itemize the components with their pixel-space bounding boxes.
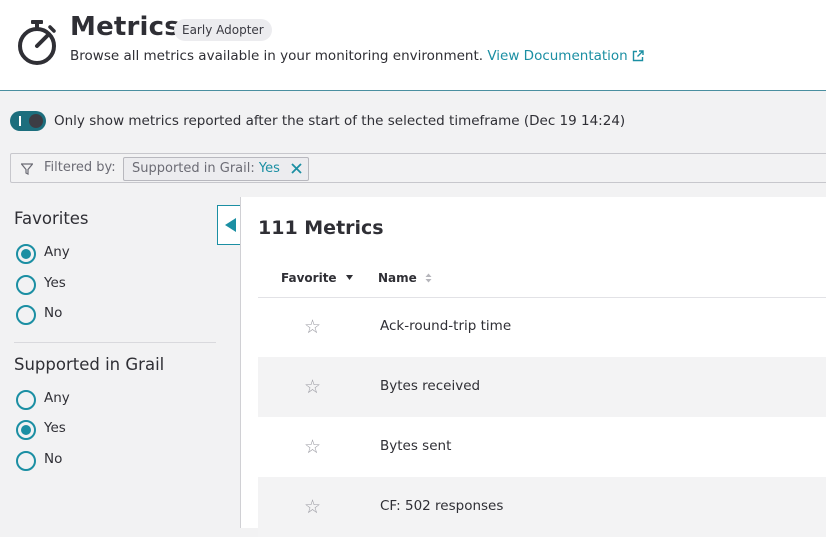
- favorites-option-any[interactable]: Any: [14, 243, 194, 265]
- radio-unchecked-icon[interactable]: [16, 451, 36, 471]
- table-row[interactable]: ☆ Bytes received: [258, 357, 826, 417]
- page-subtitle: Browse all metrics available in your mon…: [70, 48, 644, 64]
- filter-chip-key: Supported in Grail:: [132, 161, 255, 176]
- radio-checked-icon[interactable]: [16, 420, 36, 440]
- sort-desc-icon: [345, 275, 353, 280]
- grail-option-no[interactable]: No: [14, 450, 194, 472]
- metric-name[interactable]: Bytes received: [380, 378, 480, 394]
- view-documentation-link[interactable]: View Documentation: [487, 48, 644, 64]
- radio-label: No: [44, 305, 63, 321]
- metric-name[interactable]: Bytes sent: [380, 438, 451, 454]
- radio-label: Any: [44, 390, 70, 406]
- column-header-name[interactable]: Name: [378, 271, 432, 285]
- table-row[interactable]: ☆ Bytes sent: [258, 417, 826, 477]
- grail-option-any[interactable]: Any: [14, 389, 194, 411]
- filter-chip-value: Yes: [258, 161, 280, 176]
- timeframe-toggle-label: Only show metrics reported after the sta…: [54, 113, 626, 129]
- collapse-sidebar-button[interactable]: [217, 205, 241, 245]
- radio-checked-icon[interactable]: [16, 244, 36, 264]
- filter-icon: [21, 163, 33, 175]
- filter-sidebar: Favorites Any Yes No Supported in Grail …: [0, 197, 240, 528]
- star-icon[interactable]: ☆: [304, 498, 321, 517]
- metrics-table-panel: 111 Metrics Favorite Name ☆ Ack-round-tr…: [240, 197, 826, 537]
- toggle-knob: [29, 114, 43, 128]
- filter-label: Filtered by:: [44, 160, 116, 175]
- metric-name[interactable]: Ack-round-trip time: [380, 318, 511, 334]
- radio-label: Yes: [44, 275, 66, 291]
- favorites-option-yes[interactable]: Yes: [14, 274, 194, 296]
- favorites-option-no[interactable]: No: [14, 304, 194, 326]
- column-header-favorite[interactable]: Favorite: [281, 271, 354, 285]
- metric-name[interactable]: CF: 502 responses: [380, 498, 503, 514]
- filter-chip-grail[interactable]: Supported in Grail: Yes: [123, 157, 309, 181]
- page-header: Metrics Early Adopter Browse all metrics…: [0, 0, 826, 91]
- timeframe-toggle[interactable]: [10, 111, 46, 131]
- grail-title: Supported in Grail: [14, 355, 165, 374]
- radio-label: Yes: [44, 420, 66, 436]
- star-icon[interactable]: ☆: [304, 378, 321, 397]
- radio-unchecked-icon[interactable]: [16, 390, 36, 410]
- early-adopter-badge: Early Adopter: [174, 19, 272, 41]
- filter-bar[interactable]: Filtered by: Supported in Grail: Yes: [10, 153, 826, 183]
- caret-left-icon: [225, 218, 236, 232]
- page-title: Metrics: [70, 12, 180, 42]
- table-row[interactable]: ☆ Ack-round-trip time: [258, 297, 826, 357]
- external-link-icon: [632, 50, 644, 62]
- toggle-on-mark: [19, 116, 21, 126]
- star-icon[interactable]: ☆: [304, 318, 321, 337]
- sort-icon: [425, 273, 432, 283]
- star-icon[interactable]: ☆: [304, 438, 321, 457]
- radio-unchecked-icon[interactable]: [16, 275, 36, 295]
- radio-label: No: [44, 451, 63, 467]
- sidebar-divider: [14, 342, 216, 343]
- radio-label: Any: [44, 244, 70, 260]
- subtitle-text: Browse all metrics available in your mon…: [70, 48, 484, 64]
- grail-option-yes[interactable]: Yes: [14, 419, 194, 441]
- favorites-title: Favorites: [14, 209, 89, 228]
- radio-unchecked-icon[interactable]: [16, 305, 36, 325]
- stopwatch-icon: [18, 20, 56, 65]
- table-row[interactable]: ☆ CF: 502 responses: [258, 477, 826, 537]
- metrics-count: 111 Metrics: [258, 217, 384, 239]
- close-icon[interactable]: [291, 163, 302, 174]
